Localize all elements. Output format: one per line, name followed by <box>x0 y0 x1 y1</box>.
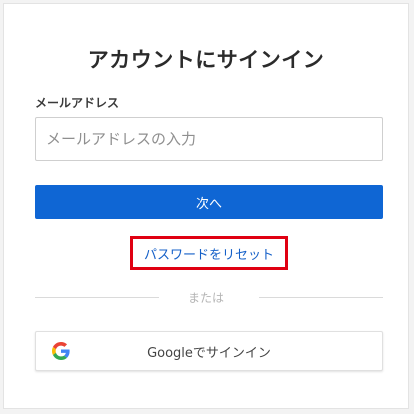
signin-card: アカウントにサインイン メールアドレス 次へ パスワードをリセット または Go… <box>3 3 409 409</box>
email-input[interactable] <box>35 117 383 161</box>
divider-right <box>259 297 383 298</box>
google-signin-button[interactable]: Googleでサインイン <box>35 331 383 371</box>
google-signin-label: Googleでサインイン <box>147 345 271 361</box>
next-button[interactable]: 次へ <box>35 185 383 219</box>
email-label: メールアドレス <box>35 96 120 110</box>
reset-password-highlight: パスワードをリセット <box>130 236 288 270</box>
reset-password-link[interactable]: パスワードをリセット <box>144 244 274 263</box>
page-title: アカウントにサインイン <box>87 48 325 72</box>
